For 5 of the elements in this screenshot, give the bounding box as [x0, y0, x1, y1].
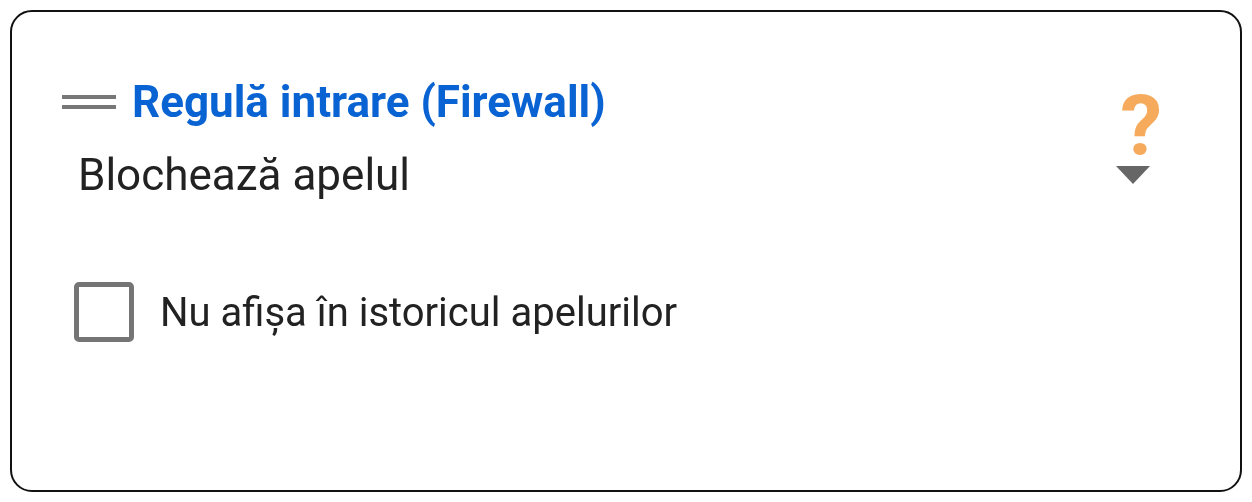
drag-handle-icon[interactable]	[62, 95, 116, 109]
checkbox[interactable]	[74, 282, 134, 342]
card-title: Regulă intrare (Firewall)	[132, 76, 606, 128]
checkbox-label: Nu afișa în istoricul apelurilor	[160, 288, 678, 336]
caret-icon	[1116, 166, 1150, 184]
